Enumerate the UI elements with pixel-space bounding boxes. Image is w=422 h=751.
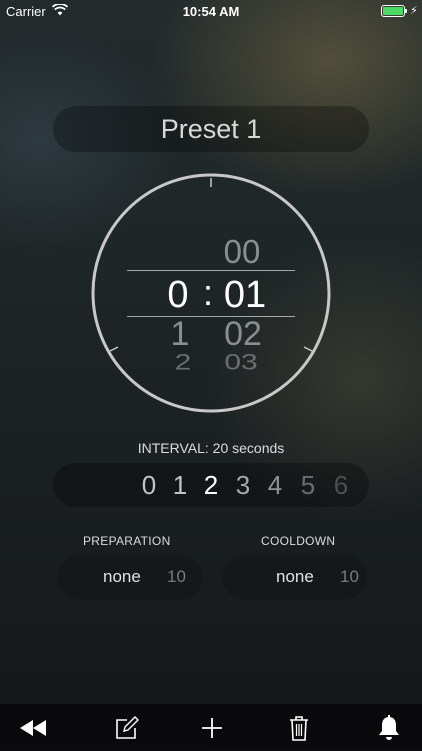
picker-minutes-next[interactable]: 1 [165, 315, 195, 354]
clock-time: 10:54 AM [182, 4, 240, 19]
preset-title[interactable]: Preset 1 [0, 114, 422, 145]
picker-top-divider [127, 270, 295, 271]
picker-seconds-far[interactable]: 03 [212, 350, 270, 376]
battery-icon [381, 5, 405, 17]
preparation-value[interactable]: none [103, 567, 141, 587]
preparation-next-value[interactable]: 10 [167, 567, 186, 587]
delete-button[interactable] [277, 704, 321, 751]
edit-button[interactable] [105, 704, 149, 751]
picker-seconds-prev[interactable]: 00 [210, 233, 274, 271]
alert-button[interactable] [367, 704, 411, 751]
edit-icon [116, 715, 139, 739]
interval-option-1[interactable]: 1 [168, 470, 192, 501]
interval-option-5[interactable]: 5 [296, 470, 320, 501]
interval-option-4[interactable]: 4 [263, 470, 287, 501]
add-button[interactable] [190, 704, 234, 751]
preparation-label: PREPARATION [83, 534, 171, 548]
cooldown-next-value[interactable]: 10 [340, 567, 359, 587]
rewind-button[interactable] [11, 704, 55, 751]
picker-separator: : [202, 272, 213, 313]
cooldown-label: COOLDOWN [261, 534, 336, 548]
picker-minutes-far[interactable]: 2 [170, 350, 196, 376]
picker-fade-row[interactable]: 2 03 [160, 350, 280, 380]
bottom-toolbar [0, 703, 422, 751]
charging-icon: ⚡ [410, 5, 418, 17]
status-bar: Carrier 10:54 AM ⚡ [0, 0, 422, 24]
picker-minutes-selected[interactable]: 0 [160, 274, 196, 317]
picker-seconds-selected[interactable]: 01 [216, 274, 274, 317]
interval-option-3[interactable]: 3 [231, 470, 255, 501]
rewind-icon [20, 719, 46, 736]
battery-tip [405, 9, 407, 13]
interval-option-0[interactable]: 0 [137, 470, 161, 501]
interval-option-2[interactable]: 2 [199, 470, 223, 501]
picker-seconds-next[interactable]: 02 [212, 315, 274, 354]
trash-icon [290, 715, 308, 741]
interval-option-6[interactable]: 6 [329, 470, 353, 501]
interval-label: INTERVAL: 20 seconds [137, 440, 285, 456]
add-icon [202, 717, 222, 738]
bell-icon [379, 714, 399, 740]
cooldown-value[interactable]: none [276, 567, 314, 587]
